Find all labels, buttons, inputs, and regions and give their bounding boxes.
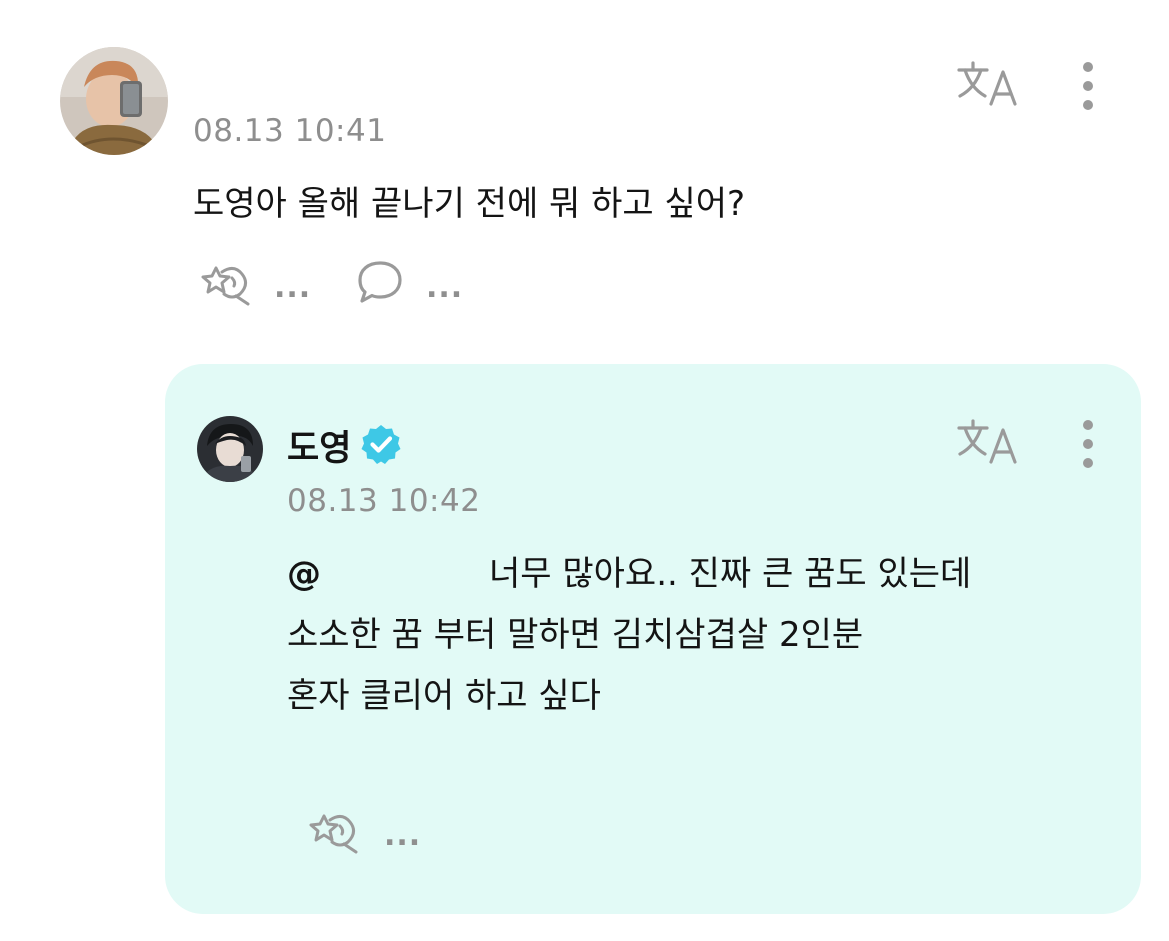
verified-badge bbox=[360, 423, 402, 465]
artist-avatar-icon bbox=[197, 416, 263, 482]
post-like-button[interactable] bbox=[200, 262, 256, 308]
reply-line-3: 혼자 클리어 하고 싶다 bbox=[287, 676, 601, 716]
post-avatar[interactable] bbox=[60, 47, 168, 155]
post-comment-button[interactable] bbox=[356, 259, 408, 305]
reply-translate-button[interactable] bbox=[955, 416, 1019, 468]
reply-line-1-text: 너무 많아요.. 진짜 큰 꿈도 있는데 bbox=[489, 554, 972, 594]
user-avatar-icon bbox=[60, 47, 168, 155]
reply-line-1: @ 너무 많아요.. 진짜 큰 꿈도 있는데 bbox=[287, 544, 1127, 605]
post-like-count: ... bbox=[274, 270, 312, 305]
reply-author-name: 도영 bbox=[287, 429, 352, 469]
reply-more-options-button[interactable] bbox=[1076, 418, 1100, 470]
reply-avatar[interactable] bbox=[197, 416, 263, 482]
verified-badge-icon bbox=[361, 425, 401, 464]
more-vertical-icon bbox=[1083, 62, 1093, 110]
post-text: 도영아 올해 끝나기 전에 뭐 하고 싶어? bbox=[193, 184, 746, 224]
post-comment-count: ... bbox=[426, 270, 464, 305]
translate-icon bbox=[957, 419, 1017, 464]
like-icon bbox=[309, 814, 358, 854]
reply-line-2: 소소한 꿈 부터 말하면 김치삼겹살 2인분 bbox=[287, 615, 864, 655]
comment-icon bbox=[358, 261, 402, 303]
mention-tag[interactable]: @ bbox=[287, 554, 321, 594]
reply-text: @ 너무 많아요.. 진짜 큰 꿈도 있는데 소소한 꿈 부터 말하면 김치삼겹살… bbox=[287, 544, 1127, 727]
reply-like-count: ... bbox=[384, 818, 422, 853]
translate-icon bbox=[957, 61, 1017, 106]
reply-timestamp: 08.13 10:42 bbox=[287, 483, 481, 519]
reply-like-button[interactable] bbox=[308, 810, 364, 856]
translate-button[interactable] bbox=[955, 58, 1019, 110]
more-options-button[interactable] bbox=[1076, 60, 1100, 112]
post-timestamp: 08.13 10:41 bbox=[193, 113, 387, 149]
more-vertical-icon bbox=[1083, 420, 1093, 468]
like-icon bbox=[201, 266, 250, 306]
